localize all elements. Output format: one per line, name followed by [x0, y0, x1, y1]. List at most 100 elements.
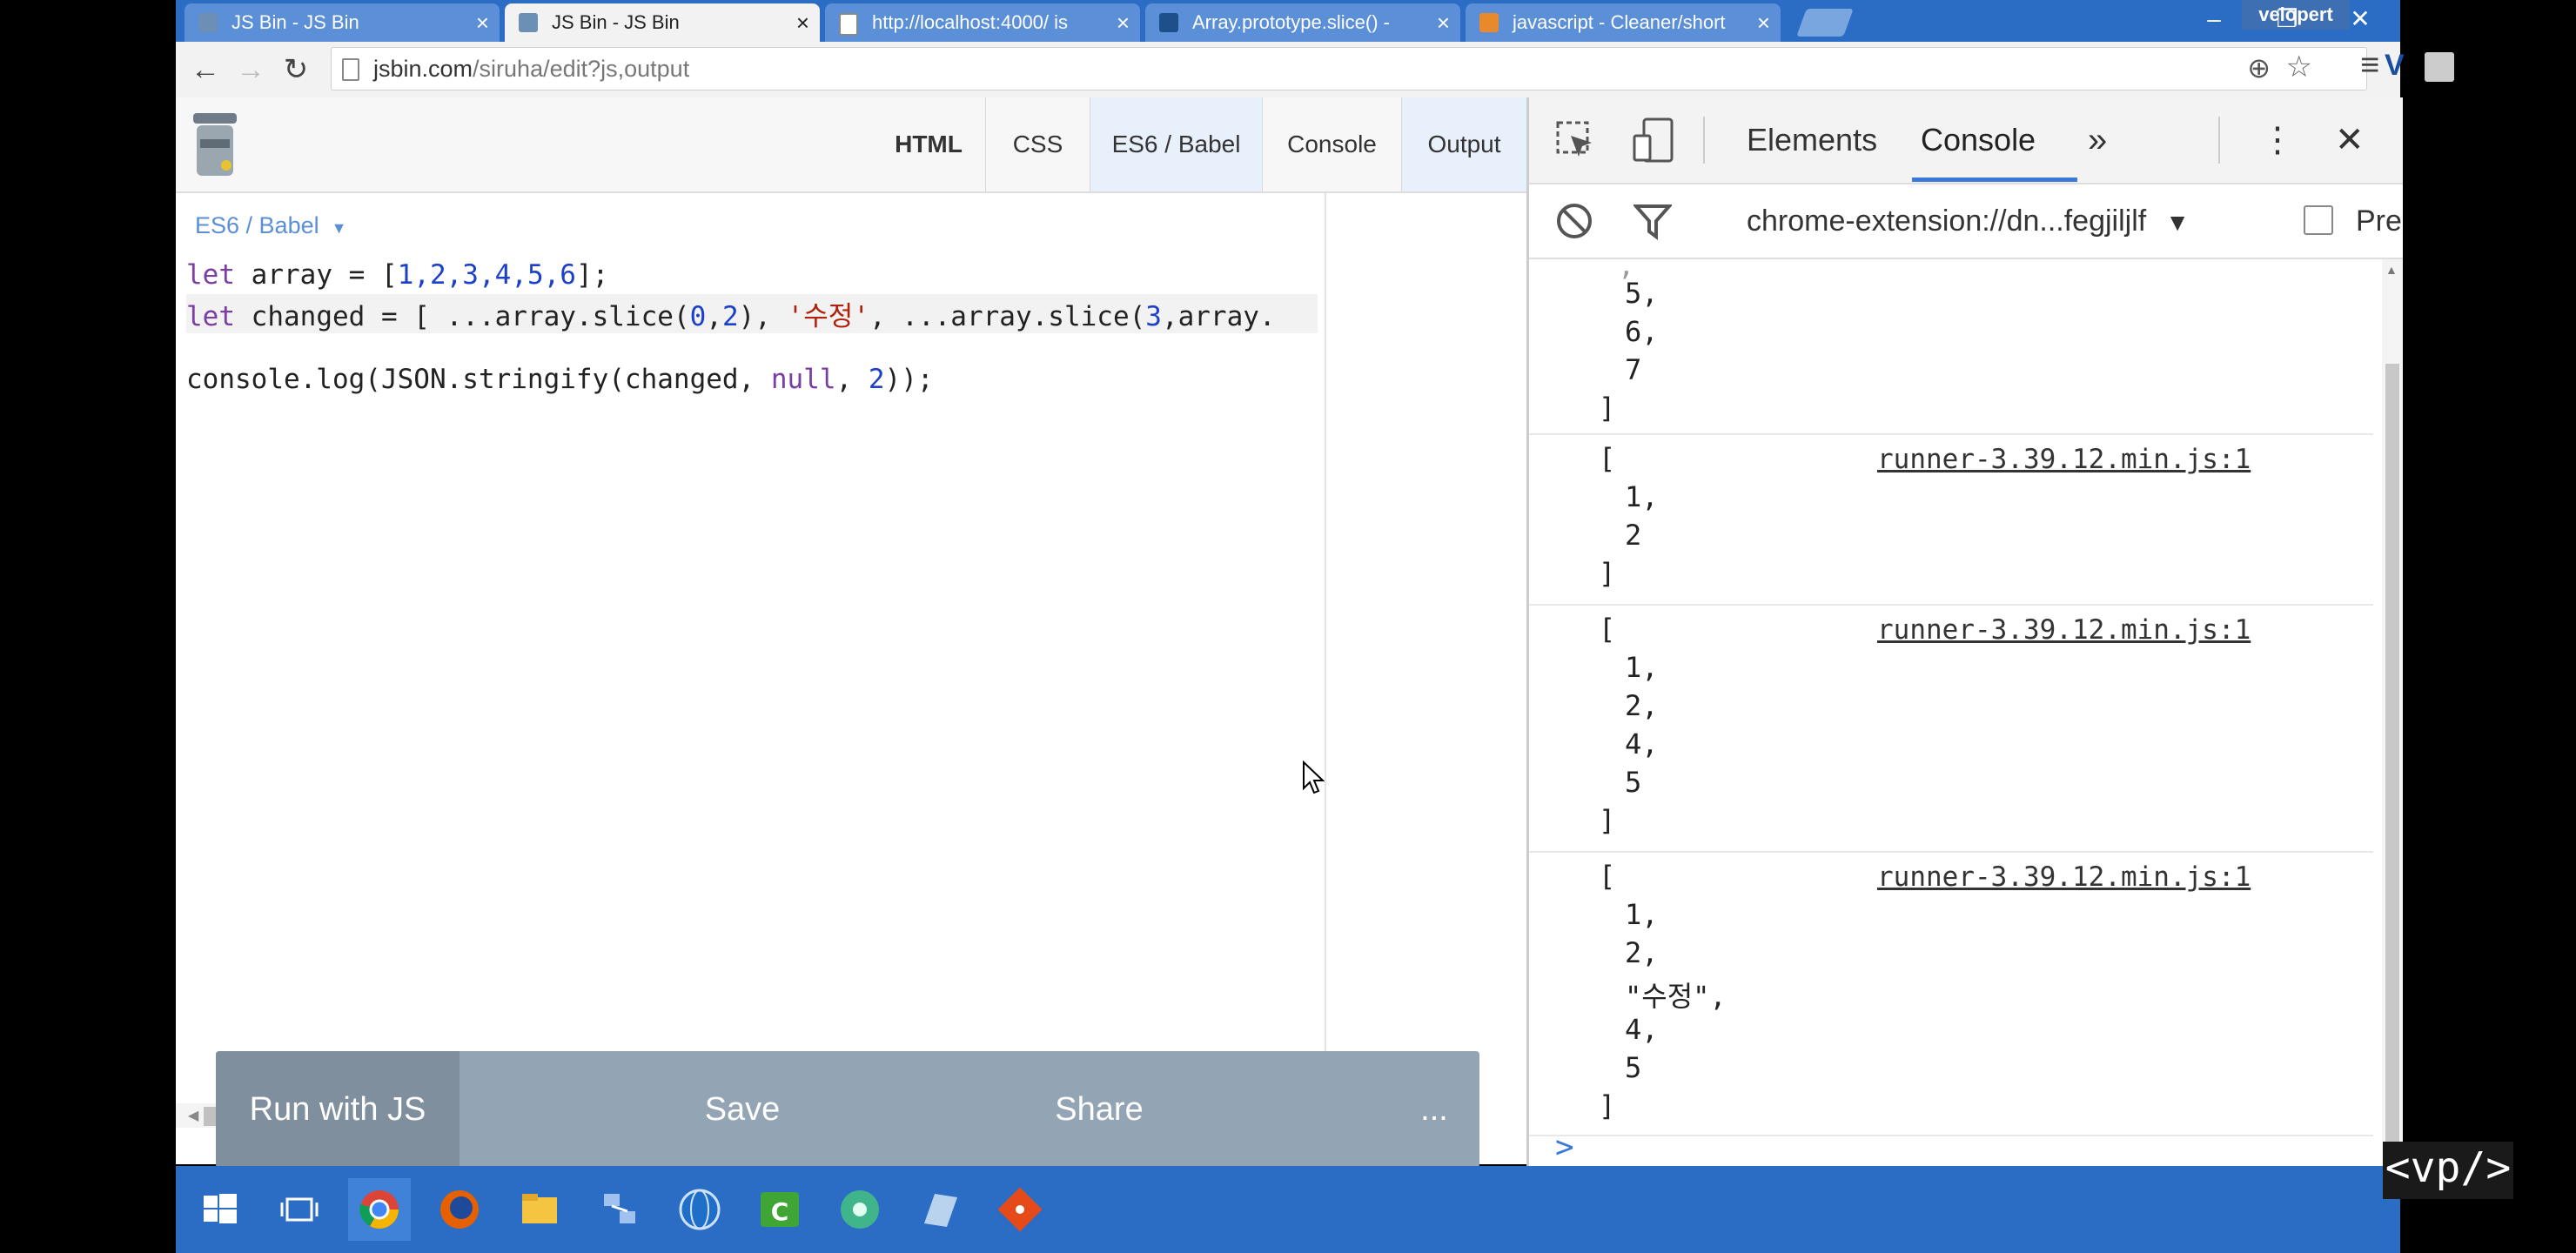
forward-icon[interactable]: →: [230, 49, 272, 90]
browser-tab-active[interactable]: JS Bin - JS Bin ×: [505, 3, 820, 42]
console-line: ]: [1599, 557, 1616, 590]
kebab-menu-icon[interactable]: ⋮: [2260, 97, 2295, 183]
code-text: ),: [738, 301, 788, 332]
windows-start-icon[interactable]: [188, 1178, 251, 1241]
console-line: "수정",: [1625, 980, 1727, 1013]
run-with-js-button[interactable]: Run with JS: [216, 1051, 460, 1168]
panel-tab-output[interactable]: Output: [1401, 97, 1526, 191]
network-app-icon[interactable]: [588, 1178, 651, 1241]
panel-tab-html[interactable]: HTML: [872, 97, 985, 191]
console-line: 4,: [1625, 727, 1659, 761]
close-tab-icon[interactable]: ×: [1117, 3, 1130, 42]
scroll-left-icon[interactable]: ◀: [188, 1107, 198, 1124]
address-bar[interactable]: jsbin.com/siruha/edit?js,output ⊕ ☆: [331, 47, 2367, 90]
dropdown-arrow-icon: ▼: [2165, 209, 2190, 236]
preserve-log-checkbox[interactable]: [2304, 205, 2333, 235]
stackoverflow-icon: [1479, 13, 1499, 32]
browser-tab[interactable]: javascript - Cleaner/short ×: [1466, 3, 1781, 42]
tab-elements[interactable]: Elements: [1747, 97, 1877, 183]
mdn-icon: [1159, 13, 1178, 32]
globe-app-icon[interactable]: [668, 1178, 731, 1241]
zoom-icon[interactable]: ⊕: [2247, 51, 2271, 84]
console-scrollbar[interactable]: ▲: [2382, 259, 2403, 1166]
source-link[interactable]: runner-3.39.12.min.js:1: [1877, 614, 2251, 646]
source-link[interactable]: runner-3.39.12.min.js:1: [1877, 861, 2251, 893]
panel-tab-console[interactable]: Console: [1262, 97, 1401, 191]
panel-tab-js[interactable]: ES6 / Babel: [1090, 97, 1262, 191]
log-separator: [1529, 433, 2373, 435]
device-toggle-icon[interactable]: [1632, 117, 1675, 164]
console-line: 5: [1625, 766, 1642, 799]
source-link[interactable]: runner-3.39.12.min.js:1: [1877, 444, 2251, 475]
code-text: , ...array.slice(: [869, 301, 1146, 332]
panel-tab-css[interactable]: CSS: [985, 97, 1090, 191]
git-icon[interactable]: [989, 1178, 1051, 1241]
back-icon[interactable]: ←: [184, 49, 226, 90]
close-tab-icon[interactable]: ×: [1437, 3, 1450, 42]
new-tab-button[interactable]: [1796, 9, 1854, 37]
scrollbar-thumb[interactable]: [2385, 364, 2399, 1156]
console-line: 5: [1625, 1051, 1642, 1084]
file-explorer-icon[interactable]: [508, 1178, 571, 1241]
bookmark-star-icon[interactable]: ☆: [2286, 50, 2312, 84]
task-view-icon[interactable]: [268, 1178, 331, 1241]
browser-tab[interactable]: JS Bin - JS Bin ×: [184, 3, 500, 42]
close-devtools-icon[interactable]: ✕: [2335, 97, 2365, 183]
browser-toolbar: ← → ↻ jsbin.com/siruha/edit?js,output ⊕ …: [176, 42, 2454, 99]
toolbar-divider: [2218, 117, 2220, 164]
chrome-menu-icon[interactable]: ≡: [2360, 47, 2379, 84]
tab-title: http://localhost:4000/ is: [872, 11, 1069, 33]
console-toolbar: chrome-extension://dn...fegjiljlf ▼ Pre: [1529, 184, 2403, 259]
close-window-icon[interactable]: ✕: [2325, 0, 2395, 38]
run-toolbar: Run with JS Save Share ...: [216, 1051, 1479, 1168]
close-tab-icon[interactable]: ×: [796, 3, 809, 42]
devtools-tabbar: Elements Console » ⋮ ✕: [1529, 97, 2403, 184]
clear-console-icon[interactable]: [1555, 202, 1593, 240]
minimize-icon[interactable]: –: [2179, 0, 2249, 38]
scroll-up-icon[interactable]: ▲: [2385, 263, 2398, 277]
page-info-icon[interactable]: [342, 58, 359, 81]
close-tab-icon[interactable]: ×: [1757, 3, 1770, 42]
save-button[interactable]: Save: [651, 1051, 834, 1168]
page-icon: [839, 13, 858, 36]
inspect-element-icon[interactable]: [1555, 120, 1595, 160]
code-number: 2: [721, 301, 739, 332]
caret-down-icon: ▼: [331, 219, 347, 237]
extension-v-icon[interactable]: V: [2385, 49, 2405, 83]
firefox-taskbar-icon[interactable]: [428, 1178, 491, 1241]
atom-editor-icon[interactable]: [828, 1178, 891, 1241]
code-text: ];: [575, 259, 609, 291]
more-tabs-button[interactable]: »: [2088, 97, 2107, 183]
restore-icon[interactable]: ❐: [2252, 0, 2322, 38]
console-line: [: [1599, 613, 1616, 646]
more-button[interactable]: ...: [1399, 1051, 1469, 1168]
browser-tab[interactable]: http://localhost:4000/ is ×: [825, 3, 1140, 42]
code-text: ));: [884, 364, 934, 395]
code-text: ,: [706, 301, 722, 332]
chrome-taskbar-icon[interactable]: [348, 1178, 411, 1241]
tab-title: JS Bin - JS Bin: [231, 11, 359, 33]
close-tab-icon[interactable]: ×: [476, 3, 489, 42]
context-selector[interactable]: chrome-extension://dn...fegjiljlf ▼: [1747, 184, 2190, 259]
code-line-2: let changed = [ ...array.slice(0,2), '수정…: [186, 294, 1318, 333]
console-prompt[interactable]: >: [1555, 1129, 1574, 1165]
filter-icon[interactable]: [1632, 202, 1674, 240]
share-button[interactable]: Share: [1008, 1051, 1191, 1168]
browser-tab[interactable]: Array.prototype.slice() - ×: [1145, 3, 1460, 42]
extension-icon[interactable]: [2425, 52, 2454, 82]
editor-language-dropdown[interactable]: ES6 / Babel ▼: [195, 212, 346, 239]
console-line: 1,: [1625, 898, 1659, 931]
console-line: 2,: [1625, 689, 1659, 722]
jsbin-header: HTML CSS ES6 / Babel Console Output: [176, 97, 1526, 193]
keyword: null: [770, 364, 836, 395]
log-separator: [1529, 1135, 2373, 1136]
log-separator: [1529, 604, 2373, 606]
notes-app-icon[interactable]: [909, 1178, 971, 1241]
tab-title: JS Bin - JS Bin: [552, 11, 680, 33]
js-editor[interactable]: ES6 / Babel ▼ let array = [1,2,3,4,5,6]; …: [176, 193, 1326, 1128]
jsbin-logo-icon[interactable]: [188, 108, 242, 179]
tab-console[interactable]: Console: [1921, 97, 2036, 183]
console-line: ]: [1599, 804, 1616, 837]
camtasia-icon[interactable]: C: [748, 1178, 811, 1241]
reload-icon[interactable]: ↻: [275, 49, 317, 90]
